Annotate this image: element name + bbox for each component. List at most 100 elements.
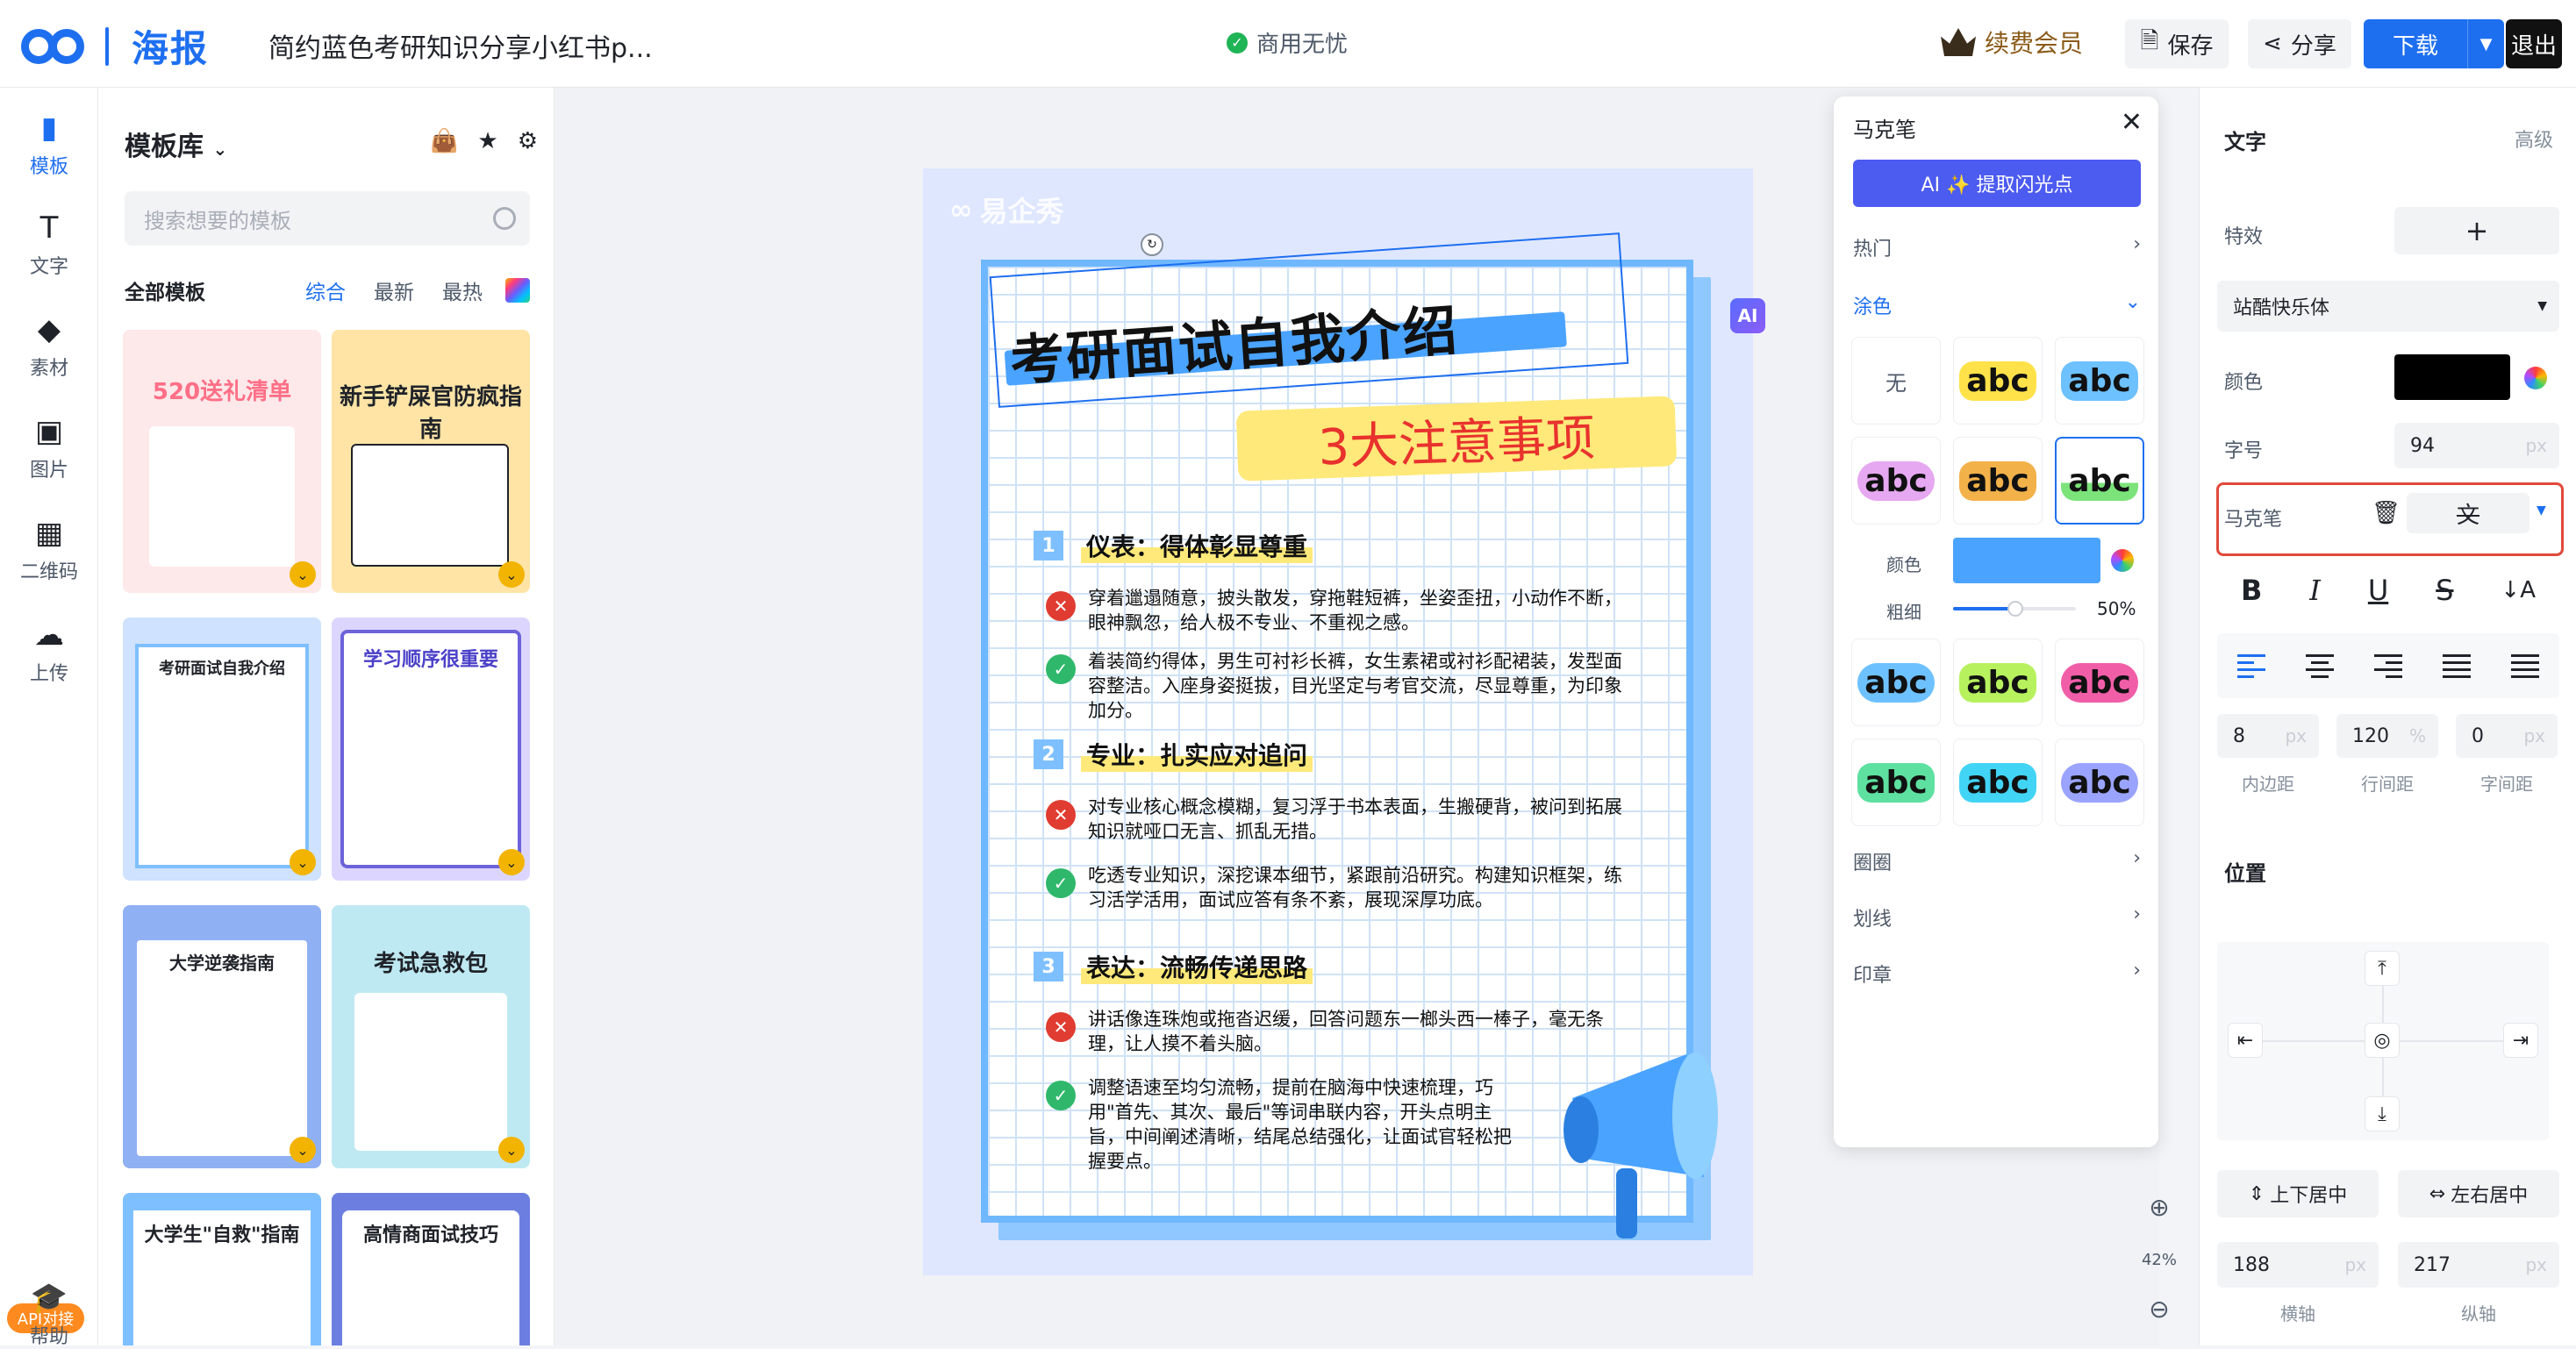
- close-icon[interactable]: ✕: [2121, 107, 2143, 138]
- download-button[interactable]: 下载: [2364, 19, 2467, 68]
- template-card[interactable]: 大学逆袭指南 ⌄: [123, 905, 321, 1168]
- swatch[interactable]: abc: [1851, 639, 1941, 726]
- chevron-down-icon[interactable]: ⌄: [498, 849, 525, 875]
- swatch[interactable]: abc: [1953, 437, 2043, 525]
- template-card[interactable]: 考试急救包 ⌄: [332, 905, 530, 1168]
- vertical-center-button[interactable]: ⇕ 上下居中: [2217, 1170, 2379, 1217]
- y-position-input[interactable]: 217 px: [2398, 1242, 2559, 1288]
- poster-canvas[interactable]: ∞ 易企秀 考研面试自我介绍 ↻ 3大注意事项 AI 1 仪表：得体彰显尊重 ✕ …: [923, 168, 1765, 1275]
- share-button[interactable]: ⋖ 分享: [2248, 19, 2351, 68]
- chevron-down-icon[interactable]: ⌄: [290, 1137, 316, 1163]
- chevron-down-icon[interactable]: ⌄: [290, 849, 316, 875]
- italic-icon[interactable]: I: [2309, 574, 2321, 607]
- list-item[interactable]: ✕ 对专业核心概念模糊，复习浮于书本表面，生搬硬背，被问到拓展知识就哑口无言、抓…: [1046, 795, 1625, 844]
- align-center-icon[interactable]: [2306, 653, 2334, 678]
- template-card[interactable]: 大学生"自救"指南: [123, 1193, 321, 1345]
- letter-spacing-input[interactable]: 0 px: [2456, 714, 2558, 758]
- list-item[interactable]: ✓ 着装简约得体，男生可衬衫长裤，女生素裙或衬衫配裙装，发型面容整洁。入座身姿挺…: [1046, 649, 1625, 723]
- align-right-edge-icon[interactable]: ⇥: [2503, 1023, 2538, 1058]
- color-wheel-icon[interactable]: [2524, 367, 2547, 389]
- search-icon[interactable]: [493, 207, 516, 230]
- thickness-slider-handle[interactable]: [2007, 601, 2023, 617]
- zoom-out-icon[interactable]: ⊖: [2137, 1295, 2181, 1324]
- filter-hottest[interactable]: 最热: [437, 275, 488, 305]
- swatch[interactable]: abc: [1953, 739, 2043, 826]
- zoom-in-icon[interactable]: ⊕: [2137, 1193, 2181, 1222]
- template-card[interactable]: 新手铲屎官防疯指南 ⌄: [332, 330, 530, 593]
- section-heading[interactable]: 1 仪表：得体彰显尊重: [1034, 528, 1313, 563]
- align-justify-icon[interactable]: [2443, 653, 2471, 678]
- swatch[interactable]: abc: [1851, 437, 1941, 525]
- template-card[interactable]: 高情商面试技巧: [332, 1193, 530, 1345]
- swatch-none[interactable]: 无: [1851, 337, 1941, 425]
- commercial-status[interactable]: ✓ 商用无忧: [1227, 26, 1348, 59]
- align-center-target-icon[interactable]: ◎: [2365, 1023, 2400, 1058]
- template-card[interactable]: 520送礼清单 ⌄: [123, 330, 321, 593]
- align-bottom-icon[interactable]: ⤓: [2365, 1096, 2400, 1131]
- save-button[interactable]: 🗎 保存: [2125, 19, 2229, 68]
- chevron-down-icon[interactable]: ⌄: [498, 1137, 525, 1163]
- chevron-down-icon[interactable]: ⌄: [498, 561, 525, 588]
- chevron-down-icon[interactable]: ⌄: [290, 561, 316, 588]
- font-size-input[interactable]: 94 px: [2394, 423, 2559, 468]
- swatch[interactable]: abc: [2055, 639, 2144, 726]
- advanced-link[interactable]: 高级: [2515, 125, 2553, 153]
- list-item[interactable]: ✕ 穿着邋遢随意，披头散发，穿拖鞋短裤，坐姿歪扭，小动作不断，眼神飘忽，给人极不…: [1046, 586, 1625, 635]
- list-item[interactable]: ✕ 讲话像连珠炮或拖沓迟缓，回答问题东一榔头西一棒子，毫无条理，让人摸不着头脑。: [1046, 1007, 1625, 1056]
- line-height-input[interactable]: 120%: [2336, 714, 2438, 758]
- swatch[interactable]: abc: [1851, 739, 1941, 826]
- gear-icon[interactable]: ⚙: [518, 128, 538, 154]
- list-item[interactable]: ✓ 吃透专业知识，深挖课本细节，紧跟前沿研究。构建知识框架，练习活学活用，面试应…: [1046, 863, 1625, 912]
- ai-assistant-chip[interactable]: AI: [1730, 298, 1765, 333]
- sidebar-item-elements[interactable]: ◆ 素材: [0, 312, 98, 381]
- align-left-icon[interactable]: [2237, 653, 2265, 678]
- horizontal-center-button[interactable]: ⇔ 左右居中: [2398, 1170, 2559, 1217]
- padding-input[interactable]: 8 px: [2217, 714, 2319, 758]
- category-fill[interactable]: 涂色 ⌄: [1853, 291, 2141, 319]
- help-button[interactable]: 🎓 帮助: [0, 1281, 98, 1349]
- category-circle[interactable]: 圈圈 ›: [1853, 847, 2141, 875]
- strikethrough-icon[interactable]: S: [2436, 574, 2453, 607]
- template-library-dropdown[interactable]: 模板库 ⌄: [125, 125, 227, 163]
- template-card[interactable]: 学习顺序很重要 ⌄: [332, 617, 530, 881]
- text-color-field[interactable]: [2394, 354, 2510, 400]
- sidebar-item-qrcode[interactable]: ▦ 二维码: [0, 516, 98, 584]
- swatch[interactable]: abc: [2055, 337, 2144, 425]
- section-heading[interactable]: 2 专业：扎实应对追问: [1034, 737, 1313, 772]
- thickness-slider[interactable]: [1953, 601, 2076, 617]
- bag-icon[interactable]: 👜: [430, 128, 458, 154]
- download-options-chevron-icon[interactable]: ▼: [2467, 19, 2504, 68]
- text-direction-icon[interactable]: ↓A: [2501, 577, 2536, 603]
- sidebar-item-template[interactable]: ▮ 模板: [0, 111, 98, 179]
- rotate-handle-icon[interactable]: ↻: [1141, 233, 1163, 256]
- align-right-icon[interactable]: [2374, 653, 2402, 678]
- add-effect-button[interactable]: +: [2394, 207, 2559, 254]
- app-logo[interactable]: 海报: [21, 19, 209, 73]
- exit-button[interactable]: 退出: [2506, 19, 2562, 68]
- list-item[interactable]: ✓ 调整语速至均匀流畅，提前在脑海中快速梳理，巧用"首先、其次、最后"等词串联内…: [1046, 1075, 1520, 1174]
- ai-extract-highlights-button[interactable]: AI ✨ 提取闪光点: [1853, 160, 2141, 207]
- swatch[interactable]: abc: [1953, 639, 2043, 726]
- category-hot[interactable]: 热门 ›: [1853, 233, 2141, 261]
- document-title[interactable]: 简约蓝色考研知识分享小红书p...: [268, 26, 653, 65]
- swatch-selected[interactable]: abc: [2055, 437, 2144, 525]
- vip-renew-link[interactable]: 续费会员: [1941, 25, 2083, 60]
- underline-icon[interactable]: U: [2368, 574, 2388, 607]
- swatch[interactable]: abc: [2055, 739, 2144, 826]
- align-top-icon[interactable]: ⤒: [2365, 951, 2400, 986]
- x-position-input[interactable]: 188 px: [2217, 1242, 2379, 1288]
- category-underline[interactable]: 划线 ›: [1853, 903, 2141, 931]
- color-filter-icon[interactable]: [505, 278, 530, 303]
- sidebar-item-text[interactable]: T 文字: [0, 211, 98, 279]
- filter-comprehensive[interactable]: 综合: [300, 275, 351, 305]
- marker-color-field[interactable]: [1953, 538, 2100, 583]
- template-card[interactable]: 考研面试自我介绍 ⌄: [123, 617, 321, 881]
- template-search-input[interactable]: 搜索想要的模板: [125, 191, 530, 246]
- bold-icon[interactable]: B: [2241, 574, 2262, 607]
- category-stamp[interactable]: 印章 ›: [1853, 960, 2141, 988]
- sidebar-item-upload[interactable]: ☁ 上传: [0, 617, 98, 686]
- align-distribute-icon[interactable]: [2511, 653, 2539, 678]
- section-heading[interactable]: 3 表达：流畅传递思路: [1034, 949, 1313, 984]
- font-family-select[interactable]: 站酷快乐体 ▼: [2217, 281, 2559, 332]
- color-wheel-icon[interactable]: [2111, 549, 2134, 572]
